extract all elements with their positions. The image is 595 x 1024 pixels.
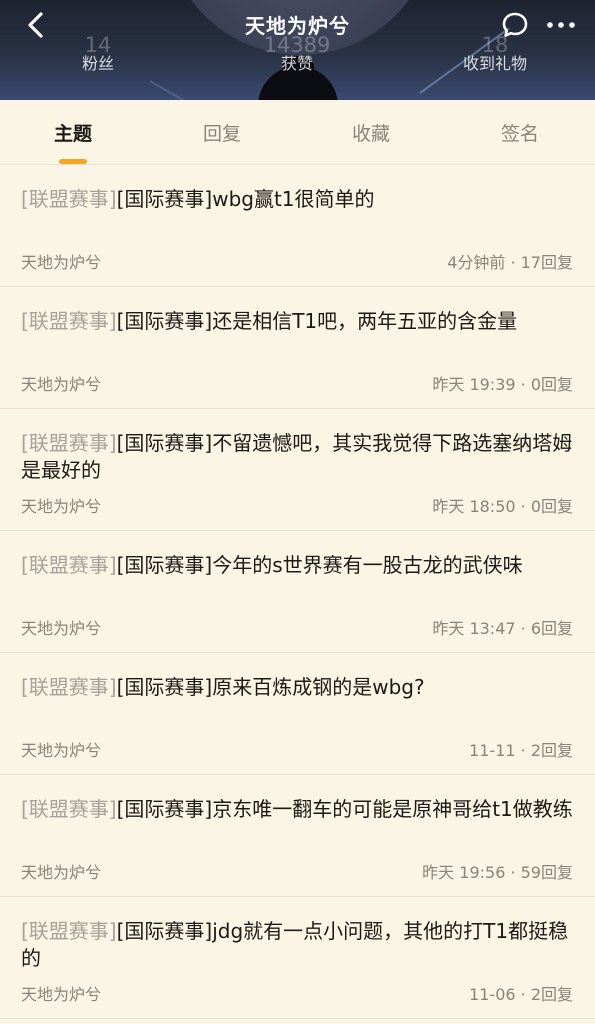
list-item[interactable]: [联盟赛事][国际赛事]今年的s世界赛有一股古龙的武侠味 天地为炉兮 昨天 13…	[0, 531, 595, 653]
post-meta: 昨天 19:39 · 0回复	[432, 375, 573, 394]
post-title-text: [国际赛事]wbg赢t1很简单的	[116, 187, 375, 211]
post-title: [联盟赛事][国际赛事]wbg赢t1很简单的	[21, 186, 576, 213]
list-item[interactable]: [联盟赛事][国际赛事]京东唯一翻车的可能是原神哥给t1做教练 天地为炉兮 昨天…	[0, 775, 595, 897]
post-title: [联盟赛事][国际赛事]今年的s世界赛有一股古龙的武侠味	[21, 552, 576, 579]
list-item[interactable]: [联盟赛事][国际赛事]不留遗憾吧，其实我觉得下路选塞纳塔姆是最好的 天地为炉兮…	[0, 409, 595, 531]
list-item[interactable]: [联盟赛事][国际赛事]还是相信T1吧，两年五亚的含金量 天地为炉兮 昨天 19…	[0, 287, 595, 409]
post-meta: 11-11 · 2回复	[469, 741, 573, 760]
post-title-text: [国际赛事]原来百炼成钢的是wbg?	[116, 675, 425, 699]
stat-likes[interactable]: 14389 获赞	[237, 32, 357, 74]
list-item[interactable]: [联盟赛事][国际赛事]jdg就有一点小问题，其他的打T1都挺稳的 天地为炉兮 …	[0, 897, 595, 1019]
post-tag: [联盟赛事]	[21, 309, 117, 333]
post-tag: [联盟赛事]	[21, 553, 117, 577]
tab-topics[interactable]: 主题	[13, 119, 133, 146]
post-meta: 昨天 13:47 · 6回复	[432, 619, 573, 638]
post-author: 天地为炉兮	[21, 253, 102, 272]
post-tag: [联盟赛事]	[21, 797, 117, 821]
profile-header: 天地为炉兮 14 粉丝 14389 获赞 18 收到礼物	[0, 0, 595, 100]
tab-signature[interactable]: 签名	[460, 119, 580, 146]
list-item[interactable]: [联盟赛事][国际赛事]wbg赢t1很简单的 天地为炉兮 4分钟前 · 17回复	[0, 165, 595, 287]
post-meta: 昨天 18:50 · 0回复	[432, 497, 573, 516]
tab-favorites[interactable]: 收藏	[311, 119, 431, 146]
stat-label: 收到礼物	[462, 54, 527, 73]
tab-bar: 主题 回复 收藏 签名	[0, 100, 595, 165]
post-author: 天地为炉兮	[21, 863, 102, 882]
active-tab-indicator	[59, 159, 87, 164]
post-tag: [联盟赛事]	[21, 675, 117, 699]
post-author: 天地为炉兮	[21, 375, 102, 394]
post-title: [联盟赛事][国际赛事]京东唯一翻车的可能是原神哥给t1做教练	[21, 796, 576, 823]
post-title-text: [国际赛事]今年的s世界赛有一股古龙的武侠味	[116, 553, 523, 577]
post-author: 天地为炉兮	[21, 619, 102, 638]
post-title-text: [国际赛事]京东唯一翻车的可能是原神哥给t1做教练	[116, 797, 573, 821]
stat-label: 获赞	[280, 54, 313, 73]
post-meta: 4分钟前 · 17回复	[447, 253, 573, 272]
post-list: [联盟赛事][国际赛事]wbg赢t1很简单的 天地为炉兮 4分钟前 · 17回复…	[0, 165, 595, 1019]
stat-label: 粉丝	[81, 54, 114, 73]
post-tag: [联盟赛事]	[21, 187, 117, 211]
post-title: [联盟赛事][国际赛事]jdg就有一点小问题，其他的打T1都挺稳的	[21, 918, 576, 972]
post-author: 天地为炉兮	[21, 985, 102, 1004]
header-background-beam	[149, 80, 212, 100]
tab-replies[interactable]: 回复	[162, 119, 282, 146]
post-title: [联盟赛事][国际赛事]还是相信T1吧，两年五亚的含金量	[21, 308, 576, 335]
stat-gifts[interactable]: 18 收到礼物	[435, 32, 555, 74]
post-author: 天地为炉兮	[21, 497, 102, 516]
list-item[interactable]: [联盟赛事][国际赛事]原来百炼成钢的是wbg? 天地为炉兮 11-11 · 2…	[0, 653, 595, 775]
post-title: [联盟赛事][国际赛事]不留遗憾吧，其实我觉得下路选塞纳塔姆是最好的	[21, 430, 576, 484]
post-title: [联盟赛事][国际赛事]原来百炼成钢的是wbg?	[21, 674, 576, 701]
post-meta: 11-06 · 2回复	[469, 985, 573, 1004]
post-author: 天地为炉兮	[21, 741, 102, 760]
post-tag: [联盟赛事]	[21, 919, 117, 943]
post-tag: [联盟赛事]	[21, 431, 117, 455]
post-title-text: [国际赛事]还是相信T1吧，两年五亚的含金量	[116, 309, 518, 333]
post-meta: 昨天 19:56 · 59回复	[422, 863, 573, 882]
stat-fans[interactable]: 14 粉丝	[38, 32, 158, 74]
